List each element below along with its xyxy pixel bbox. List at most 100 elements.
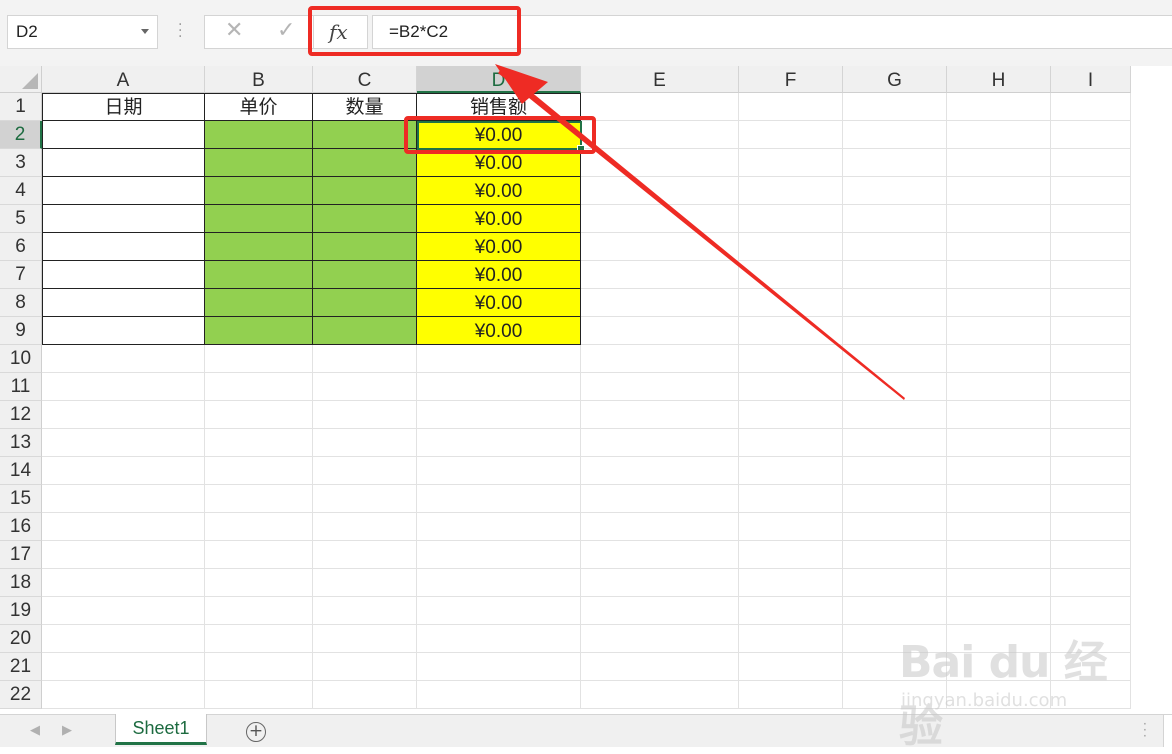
scroll-right-icon[interactable]: ▶ [62,723,72,738]
cell-h18[interactable] [947,569,1051,597]
cell-c9[interactable] [313,317,417,345]
cell-h8[interactable] [947,289,1051,317]
cell-i9[interactable] [1051,317,1131,345]
cell-g9[interactable] [843,317,947,345]
cell-a17[interactable] [42,541,205,569]
cell-i6[interactable] [1051,233,1131,261]
drag-handle-icon[interactable]: · · · [178,18,182,44]
cell-f11[interactable] [739,373,843,401]
cell-d11[interactable] [417,373,581,401]
row-header-5[interactable]: 5 [0,205,42,233]
cell-c20[interactable] [313,625,417,653]
cell-a22[interactable] [42,681,205,709]
row-header-17[interactable]: 17 [0,541,42,569]
cell-i4[interactable] [1051,177,1131,205]
cell-g11[interactable] [843,373,947,401]
cell-b10[interactable] [205,345,313,373]
cell-b9[interactable] [205,317,313,345]
cell-a3[interactable] [42,149,205,177]
row-header-13[interactable]: 13 [0,429,42,457]
cell-f10[interactable] [739,345,843,373]
column-header-e[interactable]: E [581,66,739,93]
cell-g14[interactable] [843,457,947,485]
cell-c1[interactable]: 数量 [313,93,417,121]
cell-e1[interactable] [581,93,739,121]
cell-b11[interactable] [205,373,313,401]
cell-d21[interactable] [417,653,581,681]
sheet-tab[interactable]: Sheet1 [115,714,207,745]
cell-c16[interactable] [313,513,417,541]
cell-g15[interactable] [843,485,947,513]
cell-b4[interactable] [205,177,313,205]
row-header-11[interactable]: 11 [0,373,42,401]
cell-f17[interactable] [739,541,843,569]
cell-d6[interactable]: ¥0.00 [417,233,581,261]
cell-g16[interactable] [843,513,947,541]
row-header-3[interactable]: 3 [0,149,42,177]
cell-a2[interactable] [42,121,205,149]
cell-b12[interactable] [205,401,313,429]
cell-f12[interactable] [739,401,843,429]
row-header-7[interactable]: 7 [0,261,42,289]
cell-h5[interactable] [947,205,1051,233]
cell-e17[interactable] [581,541,739,569]
cell-b5[interactable] [205,205,313,233]
cell-d12[interactable] [417,401,581,429]
column-header-b[interactable]: B [205,66,313,93]
enter-checkmark-icon[interactable]: ✓ [277,18,295,43]
row-header-20[interactable]: 20 [0,625,42,653]
cell-d14[interactable] [417,457,581,485]
cell-a9[interactable] [42,317,205,345]
cell-f1[interactable] [739,93,843,121]
cell-d10[interactable] [417,345,581,373]
cell-h10[interactable] [947,345,1051,373]
cell-h1[interactable] [947,93,1051,121]
cell-e10[interactable] [581,345,739,373]
cell-a18[interactable] [42,569,205,597]
cell-a19[interactable] [42,597,205,625]
cell-i2[interactable] [1051,121,1131,149]
cell-i11[interactable] [1051,373,1131,401]
cell-g13[interactable] [843,429,947,457]
cell-a5[interactable] [42,205,205,233]
cell-a8[interactable] [42,289,205,317]
cell-h9[interactable] [947,317,1051,345]
cell-i18[interactable] [1051,569,1131,597]
cell-e22[interactable] [581,681,739,709]
cell-d13[interactable] [417,429,581,457]
cell-g17[interactable] [843,541,947,569]
cell-f18[interactable] [739,569,843,597]
cell-c2[interactable] [313,121,417,149]
cell-b15[interactable] [205,485,313,513]
cell-d20[interactable] [417,625,581,653]
cell-b18[interactable] [205,569,313,597]
cell-c19[interactable] [313,597,417,625]
cell-e12[interactable] [581,401,739,429]
cell-e4[interactable] [581,177,739,205]
cell-a6[interactable] [42,233,205,261]
row-header-9[interactable]: 9 [0,317,42,345]
cell-a10[interactable] [42,345,205,373]
cell-c13[interactable] [313,429,417,457]
cell-i8[interactable] [1051,289,1131,317]
cell-g10[interactable] [843,345,947,373]
horizontal-scrollbar[interactable] [1163,715,1172,747]
add-sheet-button[interactable]: + [246,722,266,742]
cell-h7[interactable] [947,261,1051,289]
cell-g8[interactable] [843,289,947,317]
cell-e3[interactable] [581,149,739,177]
cell-i17[interactable] [1051,541,1131,569]
cell-d4[interactable]: ¥0.00 [417,177,581,205]
cell-b17[interactable] [205,541,313,569]
cell-b8[interactable] [205,289,313,317]
cell-f7[interactable] [739,261,843,289]
cell-c11[interactable] [313,373,417,401]
cell-a7[interactable] [42,261,205,289]
cell-c8[interactable] [313,289,417,317]
cell-d5[interactable]: ¥0.00 [417,205,581,233]
cell-g4[interactable] [843,177,947,205]
cell-e20[interactable] [581,625,739,653]
cell-h12[interactable] [947,401,1051,429]
cell-b19[interactable] [205,597,313,625]
cell-h17[interactable] [947,541,1051,569]
